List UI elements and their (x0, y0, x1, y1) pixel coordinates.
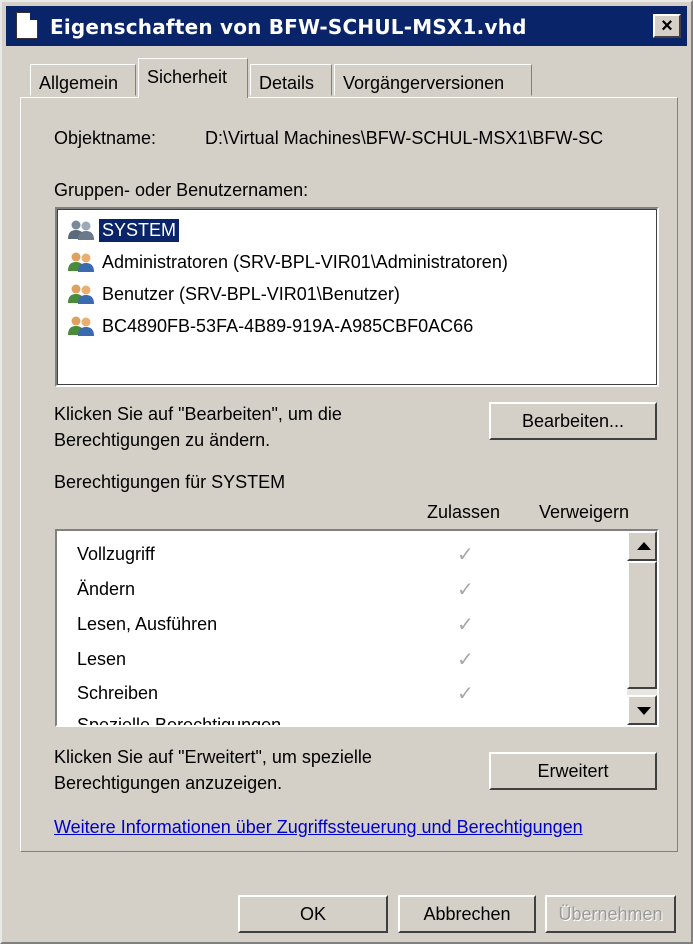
file-icon (16, 12, 38, 39)
tab-details[interactable]: Details (250, 64, 332, 96)
permission-name: Schreiben (77, 683, 159, 703)
allow-check-icon: ✓ (457, 579, 474, 601)
permission-name: Vollzugriff (77, 544, 155, 564)
users-icon (68, 284, 94, 304)
arrow-down-icon (637, 707, 651, 715)
allow-column-header: Zulassen (427, 502, 501, 522)
permission-name: Lesen, Ausführen (77, 614, 218, 634)
object-name-label: Objektname: (54, 128, 157, 148)
groups-listbox[interactable]: SYSTEM Administratoren (SRV-BPL-VIR01\Ad… (55, 207, 659, 387)
scroll-thumb[interactable] (627, 561, 657, 689)
advanced-hint-line1: Klicken Sie auf "Erweitert", um speziell… (54, 747, 372, 767)
allow-check-icon: ✓ (457, 544, 474, 566)
advanced-hint-line2: Berechtigungen anzuzeigen. (54, 773, 283, 793)
edit-hint-line1: Klicken Sie auf "Bearbeiten", um die (54, 404, 342, 424)
tab-vorgaengerversionen[interactable]: Vorgängerversionen (334, 64, 532, 96)
groups-label: Gruppen- oder Benutzernamen: (54, 180, 309, 200)
permission-row: Schreiben ✓ (77, 677, 617, 711)
permission-row: Spezielle Berechtigungen (77, 709, 617, 727)
close-button[interactable]: × (653, 14, 681, 38)
deny-column-header: Verweigern (539, 502, 630, 522)
window-title: Eigenschaften von BFW-SCHUL-MSX1.vhd (50, 15, 527, 39)
object-name-value: D:\Virtual Machines\BFW-SCHUL-MSX1\BFW-S… (205, 128, 604, 148)
permissions-list[interactable]: Vollzugriff ✓ Ändern ✓ Lesen, Ausführen … (55, 529, 659, 727)
permission-name: Ändern (77, 579, 136, 599)
cancel-button[interactable]: Abbrechen (398, 895, 536, 933)
edit-hint-line2: Berechtigungen zu ändern. (54, 430, 271, 450)
permission-name: Lesen (77, 649, 127, 669)
allow-check-icon: ✓ (457, 614, 474, 636)
users-icon (68, 220, 94, 240)
advanced-button[interactable]: Erweitert (489, 752, 657, 790)
scroll-down-button[interactable] (627, 695, 657, 725)
permission-row: Ändern ✓ (77, 573, 617, 607)
list-item-label: SYSTEM (99, 219, 180, 242)
allow-check-icon: ✓ (457, 683, 474, 705)
ok-button[interactable]: OK (238, 895, 388, 933)
title-bar[interactable]: Eigenschaften von BFW-SCHUL-MSX1.vhd × (6, 6, 687, 46)
edit-button[interactable]: Bearbeiten... (489, 402, 657, 440)
permission-name: Spezielle Berechtigungen (77, 715, 282, 727)
tab-sicherheit[interactable]: Sicherheit (138, 58, 248, 98)
properties-dialog: Eigenschaften von BFW-SCHUL-MSX1.vhd × A… (0, 0, 693, 944)
arrow-up-icon (637, 542, 651, 550)
list-item-label: Administratoren (SRV-BPL-VIR01\Administr… (102, 252, 508, 272)
users-icon (68, 252, 94, 272)
scroll-up-button[interactable] (627, 531, 657, 561)
permission-row: Lesen ✓ (77, 643, 617, 677)
allow-check-icon: ✓ (457, 649, 474, 671)
info-link[interactable]: Weitere Informationen über Zugriffssteue… (54, 817, 583, 838)
permission-row: Vollzugriff ✓ (77, 538, 617, 572)
tab-allgemein[interactable]: Allgemein (30, 64, 136, 96)
users-icon (68, 316, 94, 336)
permissions-label: Berechtigungen für SYSTEM (54, 472, 286, 492)
apply-button[interactable]: Übernehmen (545, 895, 676, 933)
list-item-label: BC4890FB-53FA-4B89-919A-A985CBF0AC66 (102, 316, 474, 336)
permissions-scrollbar[interactable] (627, 531, 657, 725)
list-item-label: Benutzer (SRV-BPL-VIR01\Benutzer) (102, 284, 400, 304)
permission-row: Lesen, Ausführen ✓ (77, 608, 617, 642)
